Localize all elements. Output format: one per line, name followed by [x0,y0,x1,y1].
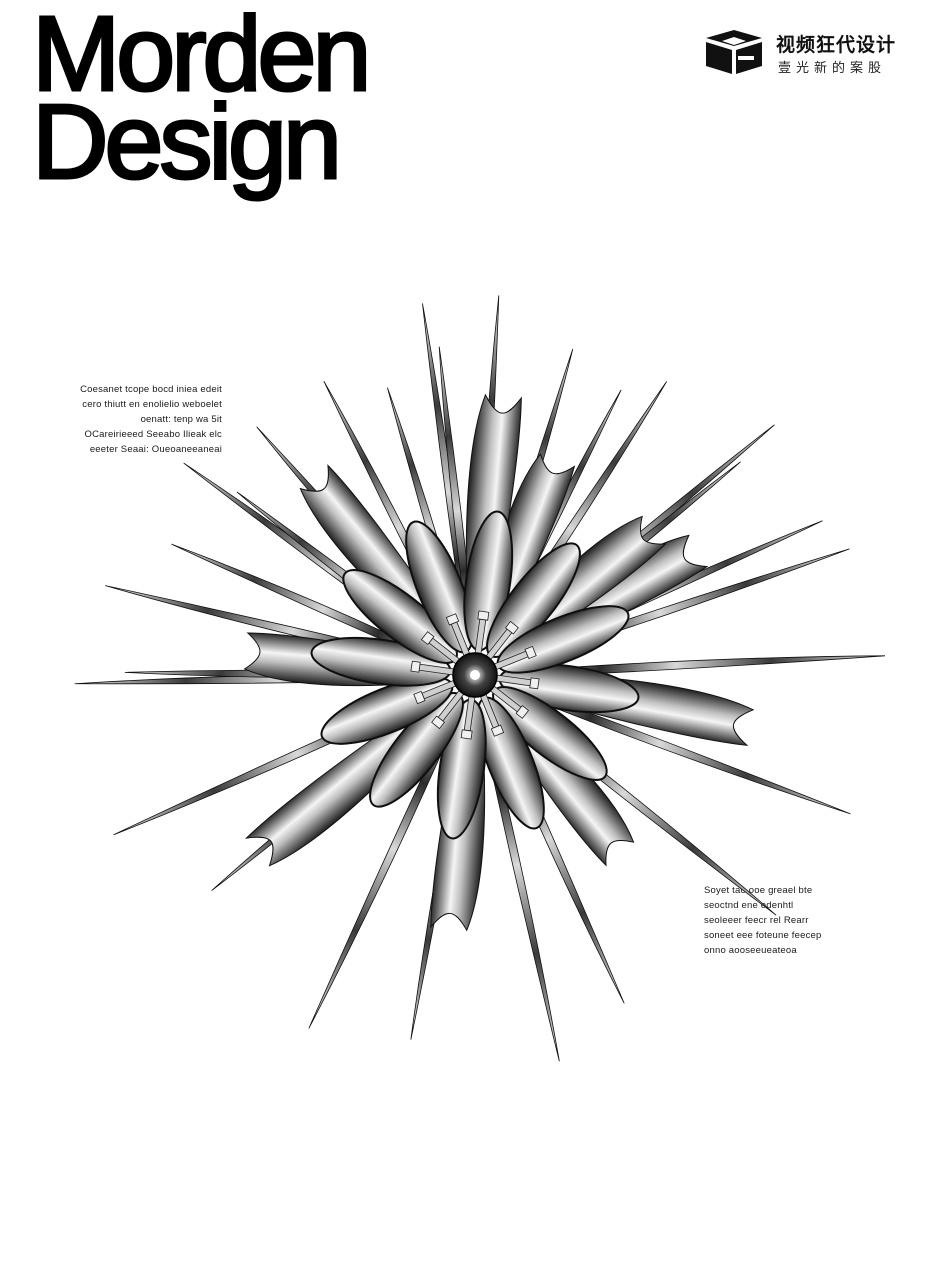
logo-title: 视频狂代设计 [776,34,897,56]
flower-stamen-tip [477,610,490,621]
logo-subtitle: 壹光新的案股 [778,61,887,76]
flower-stamen-tip [460,729,473,740]
chrome-flower-illustration [74,295,886,1062]
flower-core-highlight [470,670,480,680]
headline: Morden Design [30,0,372,201]
flower-stamen-tip [410,660,421,673]
brand-logo: 视频狂代设计 壹光新的案股 [702,28,922,78]
headline-line-2: Design [30,83,343,201]
cube-logo-icon [706,30,762,74]
flower-rays [74,295,886,1062]
flower-stamen-tip [529,677,540,690]
